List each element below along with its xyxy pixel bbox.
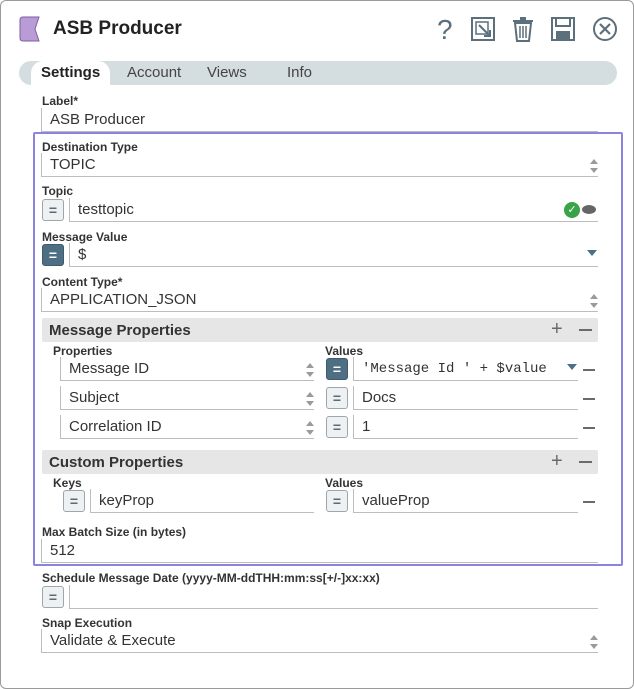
topic-input[interactable]: testtopic <box>69 198 598 222</box>
topic-expression-toggle[interactable]: = <box>42 199 64 221</box>
snap-settings-dialog: ASB Producer ? Settings Account Views In… <box>0 0 634 689</box>
destination-type-select[interactable]: TOPIC <box>41 153 598 177</box>
dialog-title: ASB Producer <box>53 18 182 39</box>
delete-icon[interactable] <box>509 14 537 44</box>
column-header-values: Values <box>325 476 364 490</box>
remove-row-icon[interactable] <box>583 369 595 371</box>
message-properties-title: Message Properties <box>49 322 191 339</box>
column-header-keys: Keys <box>53 476 82 490</box>
custom-property-value[interactable]: valueProp <box>353 489 578 513</box>
close-icon[interactable] <box>591 14 619 44</box>
tab-bar: Settings Account Views Info <box>19 61 617 87</box>
add-custom-property-icon[interactable]: + <box>551 451 563 471</box>
value-expression-toggle[interactable]: = <box>326 416 348 438</box>
max-batch-size-title: Max Batch Size (in bytes) <box>42 525 187 539</box>
schedule-date-input[interactable] <box>69 585 598 609</box>
content-type-title: Content Type* <box>42 275 123 289</box>
message-value-input[interactable]: $ <box>69 243 598 267</box>
tab-info[interactable]: Info <box>287 61 312 85</box>
message-property-name[interactable]: Correlation ID <box>60 415 314 439</box>
label-field-title: Label* <box>42 94 79 108</box>
dropdown-arrow-icon[interactable] <box>587 250 597 256</box>
select-arrows-icon <box>306 392 314 406</box>
custom-property-key[interactable]: keyProp <box>90 489 314 513</box>
schedule-date-title: Schedule Message Date (yyyy-MM-ddTHH:mm:… <box>42 571 380 585</box>
value-expression-toggle[interactable]: = <box>326 358 348 380</box>
remove-row-icon[interactable] <box>583 501 595 503</box>
content-type-select[interactable]: APPLICATION_JSON <box>41 288 598 312</box>
message-value-expression-toggle[interactable]: = <box>42 244 64 266</box>
message-property-value[interactable]: 'Message Id ' + $value <box>353 357 578 381</box>
snap-execution-select[interactable]: Validate & Execute <box>41 629 598 653</box>
custom-properties-header: Custom Properties + <box>42 450 598 474</box>
topic-title: Topic <box>42 184 74 198</box>
key-expression-toggle[interactable]: = <box>63 490 85 512</box>
select-arrows-icon <box>306 363 314 377</box>
remove-message-properties-icon[interactable] <box>579 329 592 331</box>
save-icon[interactable] <box>549 14 577 44</box>
remove-row-icon[interactable] <box>583 427 595 429</box>
remove-row-icon[interactable] <box>583 398 595 400</box>
schedule-date-expression-toggle[interactable]: = <box>42 586 64 608</box>
message-property-name[interactable]: Subject <box>60 386 314 410</box>
help-icon[interactable]: ? <box>431 14 459 44</box>
message-property-value[interactable]: Docs <box>353 386 578 410</box>
export-icon[interactable] <box>469 14 497 44</box>
select-arrows-icon <box>590 159 598 173</box>
remove-custom-properties-icon[interactable] <box>579 461 592 463</box>
add-message-property-icon[interactable]: + <box>551 319 563 339</box>
tab-settings[interactable]: Settings <box>31 61 111 87</box>
snap-type-icon <box>19 16 40 42</box>
dialog-header: ASB Producer ? <box>1 1 633 57</box>
select-arrows-icon <box>590 635 598 649</box>
max-batch-size-input[interactable]: 512 <box>41 539 598 563</box>
value-expression-toggle[interactable]: = <box>326 387 348 409</box>
dropdown-arrow-icon[interactable] <box>567 364 577 370</box>
comment-bubble-icon[interactable] <box>582 205 596 214</box>
select-arrows-icon <box>590 294 598 308</box>
message-value-title: Message Value <box>42 230 128 244</box>
column-header-properties: Properties <box>53 344 113 358</box>
message-property-name[interactable]: Message ID <box>60 357 314 381</box>
snap-execution-title: Snap Execution <box>42 616 133 630</box>
svg-text:?: ? <box>437 15 453 43</box>
destination-type-title: Destination Type <box>42 140 138 154</box>
tab-account[interactable]: Account <box>127 61 181 85</box>
custom-properties-title: Custom Properties <box>49 454 184 471</box>
value-expression-toggle[interactable]: = <box>326 490 348 512</box>
tab-views[interactable]: Views <box>207 61 247 85</box>
message-properties-header: Message Properties + <box>42 318 598 342</box>
valid-check-icon: ✓ <box>564 202 580 218</box>
label-input[interactable]: ASB Producer <box>41 108 598 132</box>
column-header-values: Values <box>325 344 364 358</box>
select-arrows-icon <box>306 421 314 435</box>
message-property-value[interactable]: 1 <box>353 415 578 439</box>
